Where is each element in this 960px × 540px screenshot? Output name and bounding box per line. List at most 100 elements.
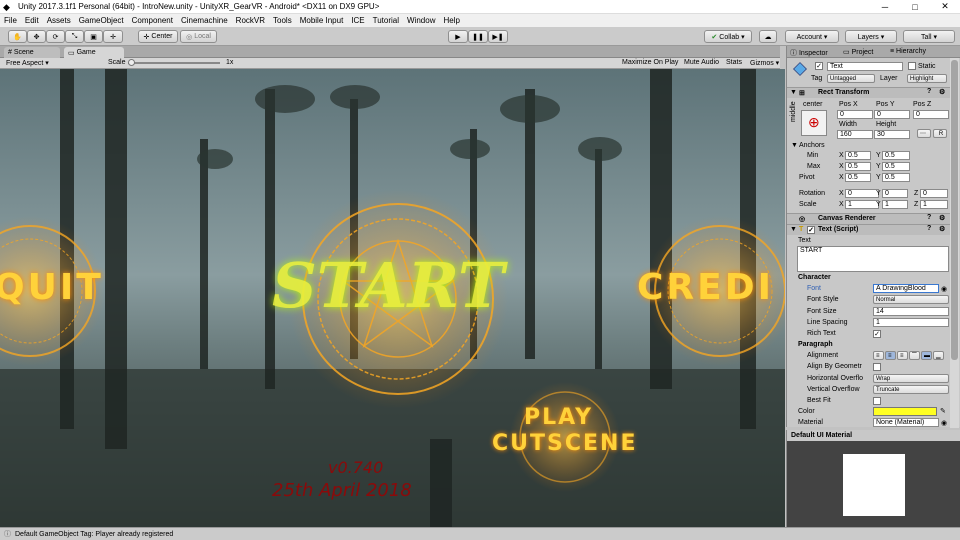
account-dropdown[interactable]: Account ▾ — [785, 30, 839, 43]
menu-tutorial[interactable]: Tutorial — [369, 16, 403, 25]
menu-component[interactable]: Component — [128, 16, 177, 25]
font-size-field[interactable]: 14 — [873, 307, 949, 316]
game-viewport[interactable]: QUIT START CREDI PLAY CUTSCENE v0.740 25… — [0, 69, 785, 527]
static-checkbox[interactable] — [908, 62, 916, 70]
scale-tool-icon[interactable]: ⤡ — [65, 30, 84, 43]
layers-dropdown[interactable]: Layers ▾ — [845, 30, 897, 43]
pivot-x-field[interactable]: 0.5 — [845, 173, 871, 182]
menu-rockvr[interactable]: RockVR — [232, 16, 269, 25]
tab-inspector[interactable]: ⓘ Inspector — [790, 48, 828, 58]
material-field[interactable]: None (Material) — [873, 418, 939, 427]
settings-gear-icon[interactable]: ⚙ — [939, 225, 945, 233]
tab-scene[interactable]: # Scene — [4, 47, 60, 58]
aspect-dropdown[interactable]: Free Aspect ▾ — [6, 59, 102, 67]
help-icon[interactable]: ? — [927, 88, 931, 95]
object-picker-icon[interactable]: ◉ — [941, 285, 947, 293]
close-button[interactable]: ✕ — [930, 1, 960, 12]
color-swatch[interactable] — [873, 407, 937, 416]
vertical-overflow-dropdown[interactable]: Truncate — [873, 385, 949, 394]
pivot-center-button[interactable]: ✛ Center — [138, 30, 178, 43]
layer-dropdown[interactable]: Highlight — [907, 74, 947, 83]
align-by-geometry-checkbox[interactable] — [873, 363, 881, 371]
posz-field[interactable]: 0 — [913, 110, 949, 119]
rect-tool-icon[interactable]: ▣ — [84, 30, 103, 43]
settings-gear-icon[interactable]: ⚙ — [939, 88, 945, 96]
align-left-icon[interactable]: ≡ — [873, 351, 884, 360]
object-name-field[interactable]: Text — [827, 62, 903, 71]
rotate-tool-icon[interactable]: ⟳ — [46, 30, 65, 43]
pivot-y-field[interactable]: 0.5 — [882, 173, 910, 182]
horizontal-overflow-dropdown[interactable]: Wrap — [873, 374, 949, 383]
text-enabled-checkbox[interactable]: ✓ — [807, 226, 815, 234]
text-content-area[interactable]: START — [797, 246, 949, 272]
raw-edit-button[interactable]: R — [933, 129, 947, 138]
active-checkbox[interactable]: ✓ — [815, 62, 823, 70]
best-fit-checkbox[interactable] — [873, 397, 881, 405]
tab-hierarchy[interactable]: ≡ Hierarchy — [890, 48, 926, 55]
line-spacing-field[interactable]: 1 — [873, 318, 949, 327]
align-right-icon[interactable]: ≡ — [897, 351, 908, 360]
blueprint-mode-button[interactable]: ⋯ — [917, 129, 931, 138]
layout-dropdown[interactable]: Tall ▾ — [903, 30, 955, 43]
scale-slider[interactable] — [128, 59, 220, 66]
play-cutscene-line2[interactable]: CUTSCENE — [492, 431, 637, 456]
posy-field[interactable]: 0 — [874, 110, 910, 119]
align-middle-icon[interactable]: ▬ — [921, 351, 932, 360]
menu-cinemachine[interactable]: Cinemachine — [177, 16, 232, 25]
transform-tool-icon[interactable]: ✛ — [103, 30, 123, 43]
width-field[interactable]: 160 — [837, 130, 873, 139]
credits-menu-text[interactable]: CREDI — [637, 267, 774, 308]
tab-game[interactable]: ▭ Game — [64, 47, 124, 58]
anchors-foldout-icon[interactable]: ▼ — [791, 142, 798, 149]
space-local-button[interactable]: ◎ Local — [180, 30, 217, 43]
status-message[interactable]: Default GameObject Tag: Player already r… — [15, 531, 173, 538]
quit-menu-text[interactable]: QUIT — [0, 267, 104, 308]
rect-transform-header[interactable]: ▼ ⊞ Rect Transform ? ⚙ — [787, 87, 951, 98]
tab-project[interactable]: ▭ Project — [843, 48, 873, 56]
height-field[interactable]: 30 — [874, 130, 910, 139]
step-button[interactable]: ▶❚ — [488, 30, 508, 43]
move-tool-icon[interactable]: ✥ — [27, 30, 46, 43]
anchor-preset-button[interactable]: ⊕ — [801, 110, 827, 136]
rotation-x-field[interactable]: 0 — [845, 189, 879, 198]
menu-mobile-input[interactable]: Mobile Input — [296, 16, 348, 25]
scale-slider-thumb[interactable] — [128, 59, 135, 66]
menu-help[interactable]: Help — [439, 16, 463, 25]
inspector-scrollbar[interactable] — [950, 58, 959, 428]
material-picker-icon[interactable]: ◉ — [941, 419, 947, 427]
scale-x-field[interactable]: 1 — [845, 200, 879, 209]
eyedropper-icon[interactable]: ✎ — [940, 407, 946, 415]
menu-window[interactable]: Window — [403, 16, 439, 25]
pause-button[interactable]: ❚❚ — [468, 30, 488, 43]
menu-ice[interactable]: ICE — [347, 16, 368, 25]
rotation-z-field[interactable]: 0 — [920, 189, 948, 198]
scale-y-field[interactable]: 1 — [882, 200, 908, 209]
hand-tool-icon[interactable]: ✋ — [8, 30, 27, 43]
align-bottom-icon[interactable]: ▁ — [933, 351, 944, 360]
canvas-renderer-header[interactable]: ◎ Canvas Renderer ? ⚙ — [787, 213, 951, 224]
posx-field[interactable]: 0 — [837, 110, 873, 119]
font-field[interactable]: A DrawingBlood — [873, 284, 939, 293]
minimize-button[interactable]: ─ — [870, 2, 900, 12]
tag-dropdown[interactable]: Untagged — [827, 74, 875, 83]
anchor-max-x-field[interactable]: 0.5 — [845, 162, 871, 171]
stats-button[interactable]: Stats — [726, 59, 742, 66]
gizmos-dropdown[interactable]: Gizmos ▾ — [750, 59, 779, 67]
mute-audio-button[interactable]: Mute Audio — [684, 59, 719, 66]
anchor-min-x-field[interactable]: 0.5 — [845, 151, 871, 160]
play-button[interactable]: ▶ — [448, 30, 468, 43]
menu-assets[interactable]: Assets — [43, 16, 75, 25]
align-center-icon[interactable]: ≡ — [885, 351, 896, 360]
anchor-min-y-field[interactable]: 0.5 — [882, 151, 910, 160]
rotation-y-field[interactable]: 0 — [882, 189, 908, 198]
font-style-dropdown[interactable]: Normal — [873, 295, 949, 304]
scrollbar-thumb[interactable] — [951, 60, 958, 360]
menu-edit[interactable]: Edit — [21, 16, 43, 25]
maximize-button[interactable]: □ — [900, 2, 930, 12]
maximize-on-play-button[interactable]: Maximize On Play — [622, 59, 678, 66]
help-icon[interactable]: ? — [927, 225, 931, 232]
play-cutscene-line1[interactable]: PLAY — [524, 405, 593, 430]
anchor-max-y-field[interactable]: 0.5 — [882, 162, 910, 171]
menu-gameobject[interactable]: GameObject — [75, 16, 128, 25]
rich-text-checkbox[interactable]: ✓ — [873, 330, 881, 338]
